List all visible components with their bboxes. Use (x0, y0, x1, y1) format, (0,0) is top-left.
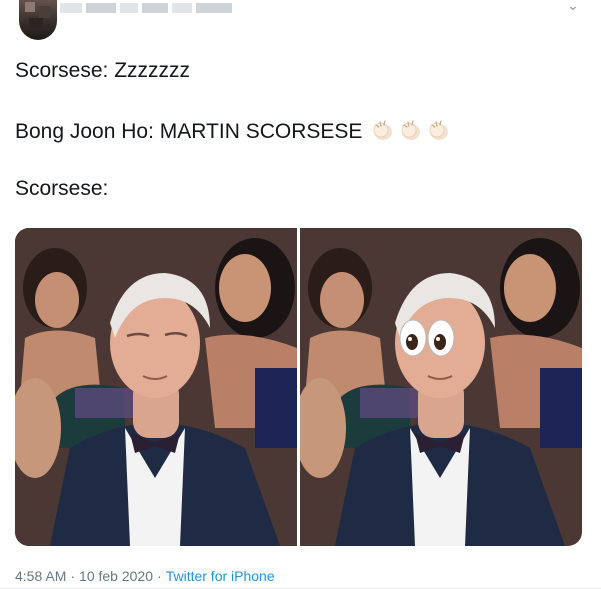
tweet-line-3: Scorsese: (15, 177, 109, 200)
avatar[interactable] (19, 0, 57, 40)
tweet-footer: 4:58 AM · 10 feb 2020 · Twitter for iPhone (15, 567, 275, 585)
tweet-line-2-text: Bong Joon Ho: MARTIN SCORSESE (15, 120, 363, 143)
tweet-media[interactable] (15, 228, 582, 546)
tweet-date[interactable]: 10 feb 2020 (79, 568, 153, 584)
tweet-source-link[interactable]: Twitter for iPhone (166, 568, 275, 584)
clapping-hands-icon (398, 117, 424, 143)
clapping-hands-icon (426, 117, 452, 143)
clapping-hands-icon (370, 117, 396, 143)
photo-eyes-closed[interactable] (15, 228, 297, 546)
footer-separator: · (157, 568, 162, 584)
googly-eyes-icon (398, 318, 456, 358)
tweet: ⌄ Scorsese: Zzzzzzz Bong Joon Ho: MARTIN… (0, 0, 601, 589)
chevron-down-icon[interactable]: ⌄ (566, 0, 580, 12)
blurred-username[interactable] (60, 0, 235, 22)
tweet-time[interactable]: 4:58 AM (15, 568, 66, 584)
footer-separator: · (70, 568, 76, 584)
tweet-line-1: Scorsese: Zzzzzzz (15, 59, 191, 82)
tweet-line-2: Bong Joon Ho: MARTIN SCORSESE (15, 117, 452, 145)
photo-googly-eyes[interactable] (300, 228, 582, 546)
